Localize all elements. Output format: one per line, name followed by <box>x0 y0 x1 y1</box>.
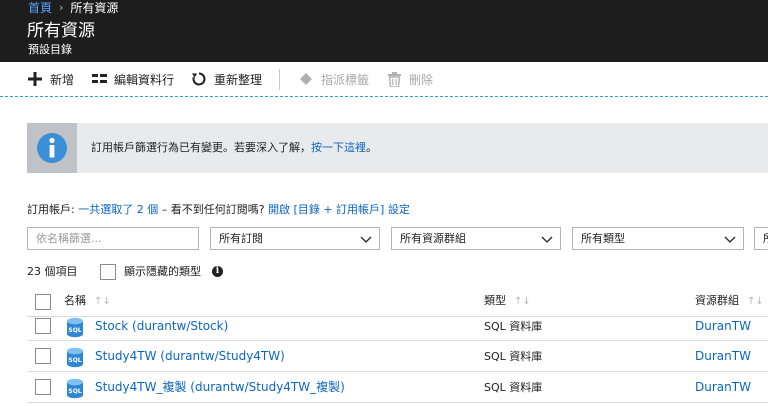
table-row[interactable]: SQL Stock (durantw/Stock) SQL 資料庫 DuranT… <box>27 309 768 341</box>
chevron-down-icon <box>360 231 372 252</box>
select-all-checkbox[interactable] <box>35 294 51 310</box>
subscriptions-middle-text: – 看不到任何訂閱嗎? <box>161 203 265 216</box>
breadcrumb-home-link[interactable]: 首頁 <box>28 1 52 15</box>
column-header-name-label: 名稱 <box>64 294 86 307</box>
refresh-icon <box>191 71 207 87</box>
chevron-down-icon <box>541 231 553 252</box>
svg-text:SQL: SQL <box>68 388 81 395</box>
column-header-name[interactable]: 名稱 ↑↓ <box>64 294 111 309</box>
location-filter-value: 所 <box>763 232 768 245</box>
assign-tags-label: 指派標籤 <box>321 72 370 87</box>
sql-database-icon: SQL <box>66 317 84 342</box>
refresh-label: 重新整理 <box>214 72 263 87</box>
info-banner: 訂用帳戶篩選行為已有變更。若要深入了解，按一下這裡。 <box>27 123 768 173</box>
name-filter-input[interactable]: 依名稱篩選... <box>27 227 199 250</box>
info-banner-suffix: 。 <box>366 141 377 154</box>
breadcrumb-current: 所有資源 <box>70 1 119 15</box>
svg-text:SQL: SQL <box>68 327 81 334</box>
column-header-type-label: 類型 <box>484 294 506 307</box>
add-button-label: 新增 <box>50 72 75 87</box>
resource-name-link[interactable]: Stock (durantw/Stock) <box>95 319 228 333</box>
refresh-button[interactable]: 重新整理 <box>191 70 262 88</box>
table-row[interactable]: SQL Study4TW_複製 (durantw/Study4TW_複製) SQ… <box>27 372 768 403</box>
resource-type: SQL 資料庫 <box>484 320 543 333</box>
sql-database-icon: SQL <box>66 347 84 372</box>
name-filter-placeholder: 依名稱篩選... <box>36 232 102 245</box>
subscription-filter-value: 所有訂閱 <box>219 232 263 245</box>
delete-label: 刪除 <box>409 72 434 87</box>
show-hidden-types-label: 顯示隱藏的類型 <box>124 265 201 278</box>
edit-columns-label: 編輯資料行 <box>114 72 175 87</box>
location-filter-dropdown[interactable]: 所 <box>754 227 768 250</box>
chevron-down-icon <box>724 231 736 252</box>
columns-icon <box>91 71 107 87</box>
show-hidden-types-checkbox[interactable] <box>100 264 116 280</box>
column-header-type[interactable]: 類型 ↑↓ <box>484 294 531 309</box>
add-button[interactable]: 新增 <box>27 70 74 88</box>
page-subtitle: 預設目錄 <box>28 43 72 56</box>
resource-group-filter-dropdown[interactable]: 所有資源群組 <box>391 227 561 250</box>
trash-icon <box>386 71 402 87</box>
resource-group-link[interactable]: DuranTW <box>695 319 751 333</box>
delete-button[interactable]: 刪除 <box>386 70 433 88</box>
sort-icon: ↑↓ <box>514 296 531 307</box>
row-checkbox[interactable] <box>35 318 51 334</box>
resource-group-filter-value: 所有資源群組 <box>400 232 466 245</box>
type-filter-dropdown[interactable]: 所有類型 <box>572 227 744 250</box>
item-count: 23 個項目 <box>27 265 78 278</box>
info-banner-link[interactable]: 按一下這裡 <box>311 141 366 154</box>
subscriptions-selected-link[interactable]: 一共選取了 2 個 <box>78 203 158 216</box>
column-header-resource-group[interactable]: 資源群組 ↑↓ <box>695 294 764 309</box>
plus-icon <box>27 71 43 87</box>
assign-tags-button[interactable]: 指派標籤 <box>298 70 369 88</box>
resource-name-link[interactable]: Study4TW_複製 (durantw/Study4TW_複製) <box>95 380 345 394</box>
breadcrumb-separator: › <box>59 1 64 14</box>
sort-icon: ↑↓ <box>94 296 111 307</box>
subscriptions-line: 訂用帳戶: 一共選取了 2 個 – 看不到任何訂閱嗎? 開啟 [目錄 + 訂用帳… <box>27 203 410 217</box>
info-banner-message: 訂用帳戶篩選行為已有變更。若要深入了解， <box>91 141 311 154</box>
table-row[interactable]: SQL Study4TW (durantw/Study4TW) SQL 資料庫 … <box>27 341 768 372</box>
row-checkbox[interactable] <box>35 348 51 364</box>
tag-icon <box>298 71 314 87</box>
page-title: 所有資源 <box>27 21 95 41</box>
resource-type: SQL 資料庫 <box>484 350 543 363</box>
row-checkbox[interactable] <box>35 379 51 395</box>
info-banner-text: 訂用帳戶篩選行為已有變更。若要深入了解，按一下這裡。 <box>91 141 377 155</box>
resource-name-link[interactable]: Study4TW (durantw/Study4TW) <box>95 349 285 363</box>
command-bar: 新增 編輯資料行 重新整理 指派標籤 刪除 <box>0 62 768 97</box>
info-icon[interactable]: i <box>212 266 223 277</box>
resource-group-link[interactable]: DuranTW <box>695 380 751 394</box>
subscriptions-label: 訂用帳戶: <box>27 203 75 216</box>
column-header-resource-group-label: 資源群組 <box>695 294 739 307</box>
resource-type: SQL 資料庫 <box>484 381 543 394</box>
edit-columns-button[interactable]: 編輯資料行 <box>91 70 174 88</box>
info-icon <box>27 123 77 173</box>
type-filter-value: 所有類型 <box>581 232 625 245</box>
open-subscription-settings-link[interactable]: 開啟 [目錄 + 訂用帳戶] 設定 <box>268 203 410 216</box>
breadcrumb: 首頁 › 所有資源 <box>28 1 118 15</box>
page-header: 首頁 › 所有資源 所有資源 預設目錄 <box>0 0 768 62</box>
sql-database-icon: SQL <box>66 378 84 403</box>
toolbar-separator <box>279 69 280 90</box>
sort-icon: ↑↓ <box>747 296 764 307</box>
subscription-filter-dropdown[interactable]: 所有訂閱 <box>210 227 380 250</box>
resource-group-link[interactable]: DuranTW <box>695 349 751 363</box>
svg-text:SQL: SQL <box>68 357 81 364</box>
